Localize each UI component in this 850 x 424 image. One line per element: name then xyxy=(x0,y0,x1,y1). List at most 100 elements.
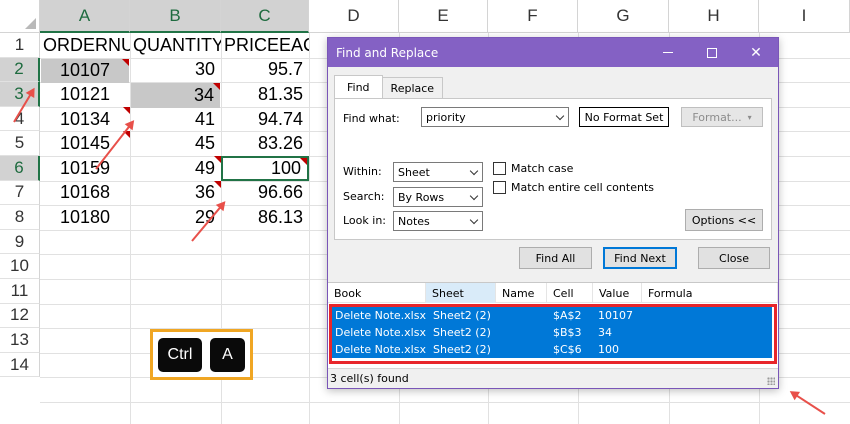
note-indicator xyxy=(123,106,130,114)
cell-b6-value: 49 xyxy=(194,157,215,178)
row-header-5[interactable]: 5 xyxy=(0,131,40,156)
column-header-d[interactable]: D xyxy=(309,0,399,33)
within-value: Sheet xyxy=(398,165,430,179)
ctrl-key: Ctrl xyxy=(158,337,202,372)
dropdown-arrow-icon: ▾ xyxy=(747,112,752,122)
cell-b2[interactable]: 30 xyxy=(130,58,221,83)
match-case-checkbox[interactable] xyxy=(493,162,506,175)
row-header-2[interactable]: 2 xyxy=(0,57,40,83)
tab-find[interactable]: Find xyxy=(334,75,383,99)
row-header-13[interactable]: 13 xyxy=(0,328,40,353)
options-button[interactable]: Options << xyxy=(685,209,763,231)
dialog-title: Find and Replace xyxy=(336,45,439,60)
cell-a1[interactable]: ORDERNU xyxy=(40,33,130,58)
results-column-book[interactable]: Book xyxy=(328,283,426,303)
results-column-cell[interactable]: Cell xyxy=(547,283,593,303)
lookin-select[interactable]: Notes xyxy=(393,211,483,231)
results-column-sheet[interactable]: Sheet xyxy=(426,283,496,303)
lookin-value: Notes xyxy=(398,214,430,228)
row-header-12[interactable]: 12 xyxy=(0,303,40,329)
row-header-11[interactable]: 11 xyxy=(0,279,40,304)
resize-grip-icon[interactable] xyxy=(767,377,775,385)
cell-b3[interactable]: 34 xyxy=(131,83,220,108)
format-button-label: Format... xyxy=(692,110,742,124)
cell-b5[interactable]: 45 xyxy=(130,131,221,156)
find-all-button[interactable]: Find All xyxy=(519,247,592,269)
cell-a5-value: 10145 xyxy=(59,133,111,154)
match-entire-checkbox[interactable] xyxy=(493,181,506,194)
cell-a3[interactable]: 10121 xyxy=(40,82,130,107)
cell-c5[interactable]: 83.26 xyxy=(221,131,309,156)
cell-c3[interactable]: 81.35 xyxy=(221,82,309,107)
cell-b6[interactable]: 49 xyxy=(130,156,221,181)
note-indicator xyxy=(213,83,220,91)
lookin-dropdown[interactable] xyxy=(465,212,482,230)
column-header-a[interactable]: A xyxy=(40,0,130,33)
find-what-input[interactable]: priority xyxy=(421,107,569,127)
row-header-6[interactable]: 6 xyxy=(0,156,40,181)
results-column-name[interactable]: Name xyxy=(496,283,547,303)
cell-c1[interactable]: PRICEEACH xyxy=(221,33,309,58)
search-select[interactable]: By Rows xyxy=(393,187,483,207)
dialog-tabs: Find Replace xyxy=(334,75,444,99)
column-header-h[interactable]: H xyxy=(669,0,759,33)
column-header-b[interactable]: B xyxy=(130,0,221,33)
minimize-button[interactable] xyxy=(646,38,690,67)
cell-a8[interactable]: 10180 xyxy=(40,205,130,230)
cell-b7[interactable]: 36 xyxy=(130,180,221,206)
close-icon: ✕ xyxy=(750,44,762,61)
cell-c8[interactable]: 86.13 xyxy=(221,205,309,230)
row-header-1[interactable]: 1 xyxy=(0,33,40,58)
chevron-down-icon xyxy=(555,111,564,120)
cell-b8[interactable]: 29 xyxy=(130,205,221,230)
cell-c6-active[interactable]: 100 xyxy=(221,156,309,181)
status-text: 3 cell(s) found xyxy=(330,372,409,385)
lookin-label: Look in: xyxy=(343,214,386,227)
find-next-button[interactable]: Find Next xyxy=(603,247,677,269)
chevron-down-icon xyxy=(469,166,478,175)
chevron-down-icon xyxy=(469,215,478,224)
column-header-i[interactable]: I xyxy=(759,0,850,33)
cell-c4[interactable]: 94.74 xyxy=(221,107,309,132)
cell-a2-value: 10107 xyxy=(59,60,111,81)
minimize-icon xyxy=(663,52,673,53)
search-dropdown[interactable] xyxy=(465,188,482,206)
within-dropdown[interactable] xyxy=(465,163,482,181)
dialog-titlebar[interactable]: Find and Replace ✕ xyxy=(328,38,778,67)
find-what-dropdown[interactable] xyxy=(551,108,568,126)
cell-c7[interactable]: 96.66 xyxy=(221,181,309,206)
tab-replace[interactable]: Replace xyxy=(381,77,444,99)
cell-a2[interactable]: 10107 xyxy=(41,58,129,84)
cell-a7[interactable]: 10168 xyxy=(40,181,130,206)
row-header-10[interactable]: 10 xyxy=(0,254,40,279)
maximize-button[interactable] xyxy=(690,38,734,67)
row-header-7[interactable]: 7 xyxy=(0,180,40,206)
cell-b4[interactable]: 41 xyxy=(130,107,221,132)
within-select[interactable]: Sheet xyxy=(393,162,483,182)
find-what-value: priority xyxy=(426,110,466,124)
row-header-9[interactable]: 9 xyxy=(0,229,40,255)
cell-c2[interactable]: 95.7 xyxy=(221,58,309,83)
results-column-value[interactable]: Value xyxy=(593,283,642,303)
find-replace-dialog: Find and Replace ✕ Find Replace Find wha… xyxy=(327,37,779,389)
close-button[interactable]: Close xyxy=(698,247,770,269)
cell-b1[interactable]: QUANTITY xyxy=(130,33,221,58)
select-all-corner[interactable] xyxy=(0,0,40,33)
row-header-8[interactable]: 8 xyxy=(0,205,40,230)
column-header-c[interactable]: C xyxy=(221,0,309,33)
format-button[interactable]: Format... ▾ xyxy=(681,107,763,127)
match-entire-label[interactable]: Match entire cell contents xyxy=(511,181,654,194)
close-window-button[interactable]: ✕ xyxy=(734,38,778,67)
row-header-14[interactable]: 14 xyxy=(0,352,40,378)
column-header-g[interactable]: G xyxy=(578,0,669,33)
annotation-arrow xyxy=(790,391,826,415)
find-panel: Find what: priority No Format Set Format… xyxy=(334,98,772,240)
cell-a6[interactable]: 10159 xyxy=(40,156,130,181)
chevron-down-icon xyxy=(469,191,478,200)
match-case-label[interactable]: Match case xyxy=(511,162,573,175)
cell-a4[interactable]: 10134 xyxy=(40,106,130,132)
column-header-f[interactable]: F xyxy=(488,0,578,33)
search-value: By Rows xyxy=(398,190,445,204)
column-header-e[interactable]: E xyxy=(399,0,488,33)
results-column-formula[interactable]: Formula xyxy=(642,283,778,303)
